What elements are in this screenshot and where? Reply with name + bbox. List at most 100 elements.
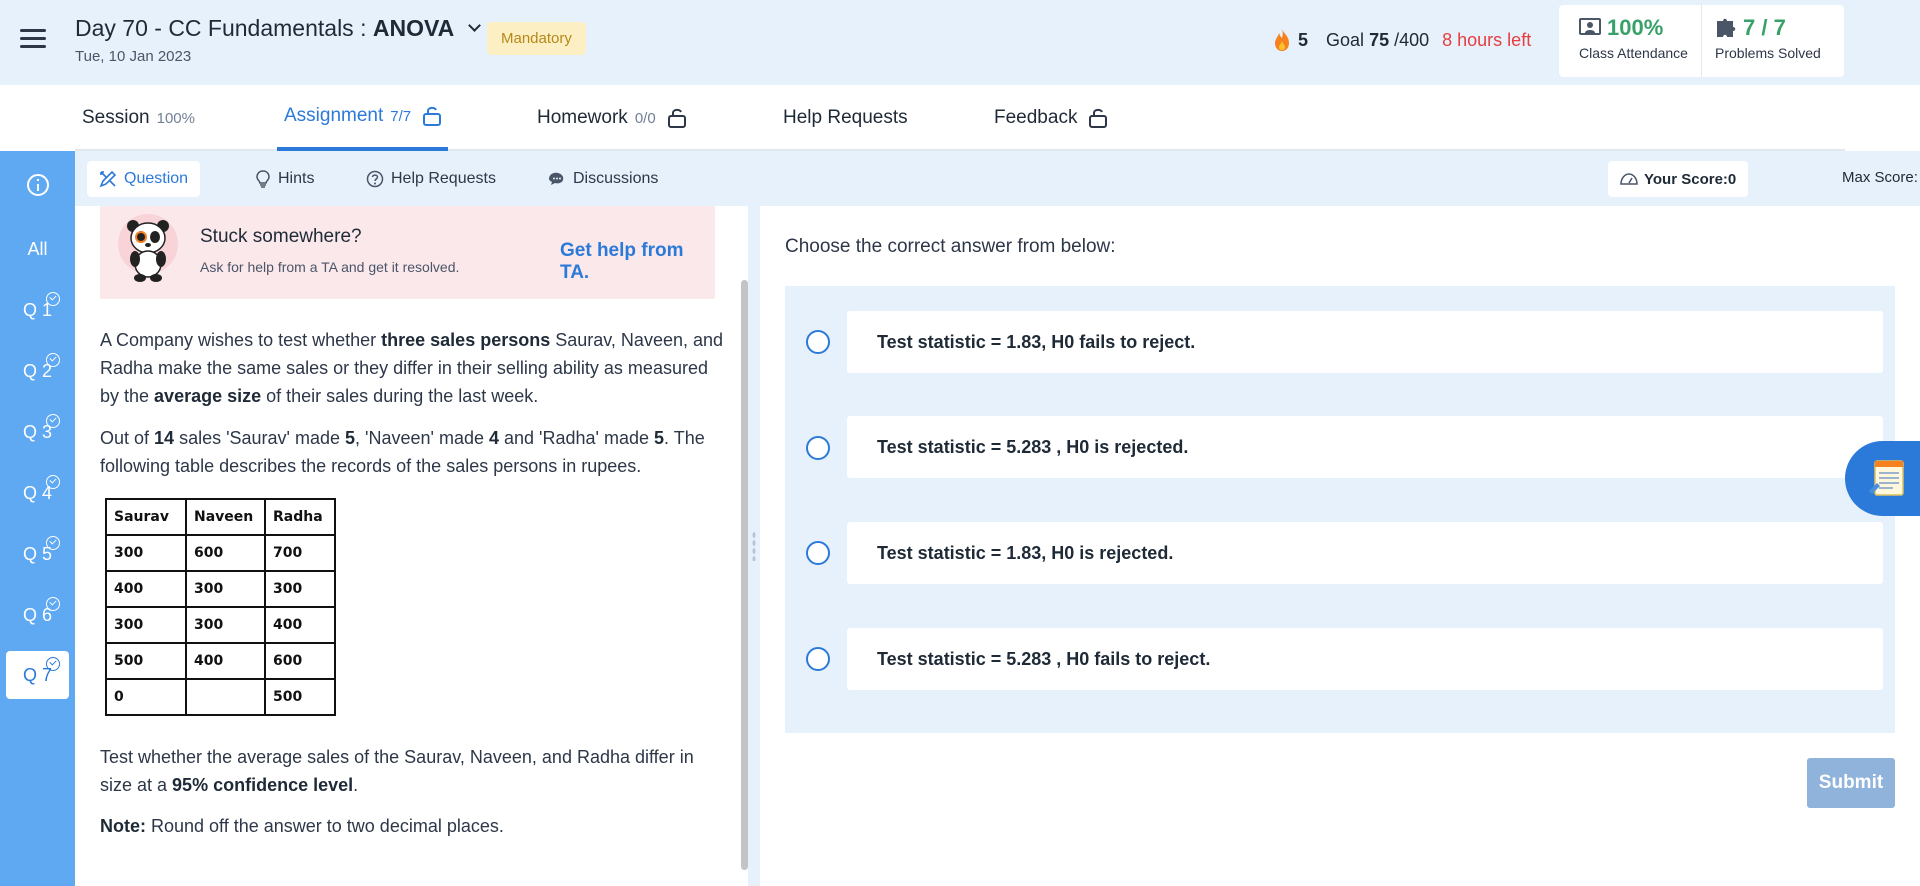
question-paragraph-2: Out of 14 sales 'Saurav' made 5, 'Naveen… [100, 428, 705, 476]
submit-button[interactable]: Submit [1807, 758, 1895, 808]
table-header: Saurav [105, 498, 187, 536]
option-radio-1[interactable] [806, 330, 830, 354]
table-header: Naveen [185, 498, 266, 536]
table-cell: 300 [264, 570, 336, 608]
table-cell: 400 [264, 606, 336, 644]
question-circle-icon [366, 170, 384, 188]
tab-feedback[interactable]: Feedback [987, 85, 1114, 151]
tab-sub: 0/0 [634, 109, 656, 127]
rail-q5[interactable]: Q 5 [6, 530, 69, 578]
option-radio-3[interactable] [806, 541, 830, 565]
problem-info-button[interactable] [6, 161, 69, 209]
option-3[interactable]: Test statistic = 1.83, H0 is rejected. [847, 522, 1883, 584]
problems-value: 7 / 7 [1743, 15, 1786, 40]
presentation-icon [1579, 18, 1601, 35]
table-cell: 600 [264, 642, 336, 680]
question-paragraph-1: A Company wishes to test whether three s… [100, 330, 724, 406]
problems-label: Problems Solved [1715, 45, 1821, 61]
option-radio-2[interactable] [806, 436, 830, 460]
hamburger-menu-icon[interactable] [20, 29, 46, 51]
question-pane: Stuck somewhere? Ask for help from a TA … [75, 206, 742, 886]
attendance-value: 100% [1607, 15, 1664, 40]
subtab-help-requests[interactable]: Help Requests [354, 161, 508, 197]
table-row: 300 300 400 [105, 606, 336, 644]
unlock-icon [1089, 108, 1108, 128]
table-header-row: Saurav Naveen Radha [105, 498, 336, 536]
streak-count: 5 [1298, 29, 1309, 50]
table-cell: 300 [185, 570, 266, 608]
problems-stat: 7 / 7 Problems Solved [1701, 5, 1844, 77]
subtab-hints[interactable]: Hints [243, 161, 326, 197]
unlock-icon [667, 108, 686, 128]
option-radio-4[interactable] [806, 647, 830, 671]
check-circle-icon [46, 536, 60, 550]
your-score: Your Score: 0 [1608, 161, 1749, 197]
rail-q7[interactable]: Q 7 [6, 651, 69, 699]
tab-sub: 100% [156, 109, 195, 127]
subtab-label: Discussions [573, 170, 659, 187]
get-help-link[interactable]: Get help from TA. [560, 240, 715, 284]
unlock-icon [423, 106, 442, 126]
table-cell: 300 [105, 534, 187, 572]
check-circle-icon [46, 597, 60, 611]
tab-label: Session [82, 107, 150, 128]
table-cell: 500 [264, 678, 336, 716]
pencil-ruler-icon [99, 170, 117, 188]
panda-mascot-icon [118, 214, 178, 282]
streak-goal: 5 Goal 75 /400 8 hours left [1272, 28, 1531, 52]
hours-left: 8 hours left [1442, 29, 1532, 50]
session-title: Day 70 - CC Fundamentals : ANOVA [75, 14, 455, 41]
fire-icon [1275, 29, 1289, 51]
question-note: Note: Round off the answer to two decima… [100, 816, 504, 836]
tab-label: Homework [537, 107, 628, 128]
tab-help-requests[interactable]: Help Requests [776, 85, 915, 151]
top-header: Day 70 - CC Fundamentals : ANOVA Tue, 10… [0, 0, 1920, 85]
notepad-icon [1869, 460, 1904, 496]
table-cell [185, 678, 266, 716]
chevron-down-icon[interactable] [468, 18, 482, 32]
help-subtitle: Ask for help from a TA and get it resolv… [200, 259, 460, 275]
table-header: Radha [264, 498, 336, 536]
table-row: 0 500 [105, 678, 336, 716]
rail-all[interactable]: All [6, 225, 69, 273]
pane-splitter-handle[interactable] [748, 206, 760, 886]
stats-card: 100% Class Attendance 7 / 7 Problems Sol… [1559, 5, 1844, 77]
check-circle-icon [46, 414, 60, 428]
session-title-dropdown[interactable]: Day 70 - CC Fundamentals : ANOVA [75, 14, 482, 42]
rail-q1[interactable]: Q 1 [6, 286, 69, 334]
mandatory-badge: Mandatory [487, 22, 586, 55]
tab-label: Feedback [994, 107, 1078, 128]
option-4[interactable]: Test statistic = 5.283 , H0 fails to rej… [847, 628, 1883, 690]
table-row: 400 300 300 [105, 570, 336, 608]
answer-prompt: Choose the correct answer from below: [785, 236, 1116, 257]
question-scrollbar[interactable] [741, 280, 748, 870]
option-1[interactable]: Test statistic = 1.83, H0 fails to rejec… [847, 311, 1883, 373]
subtab-question[interactable]: Question [87, 161, 201, 197]
rail-q4[interactable]: Q 4 [6, 469, 69, 517]
table-cell: 300 [105, 606, 187, 644]
rail-q6[interactable]: Q 6 [6, 591, 69, 639]
chat-bubbles-icon [549, 172, 564, 185]
subtab-label: Question [124, 170, 189, 187]
your-score-label: Your Score: [1644, 170, 1728, 188]
table-cell: 400 [105, 570, 187, 608]
tab-assignment[interactable]: Assignment 7/7 [277, 85, 449, 151]
max-score: Max Score: 75 [1842, 169, 1920, 186]
attendance-label: Class Attendance [1579, 45, 1688, 61]
rail-q3[interactable]: Q 3 [6, 408, 69, 456]
main-tabs: Session 100% Assignment 7/7 Homework 0/0 He… [75, 85, 1845, 151]
goal-text: Goal 75 /400 [1326, 29, 1430, 50]
tab-session[interactable]: Session 100% [75, 85, 202, 151]
notes-button[interactable] [1845, 441, 1920, 516]
option-2[interactable]: Test statistic = 5.283 , H0 is rejected. [847, 416, 1883, 478]
tab-homework[interactable]: Homework 0/0 [530, 85, 693, 151]
max-score-label: Max Score: 75 [1842, 169, 1918, 186]
table-row: 300 600 700 [105, 534, 336, 572]
rail-q2[interactable]: Q 2 [6, 347, 69, 395]
subtab-discussions[interactable]: Discussions [534, 161, 670, 197]
your-score-value: 0 [1727, 170, 1737, 188]
lightbulb-icon [256, 170, 270, 188]
info-icon [26, 174, 49, 196]
subtab-label: Hints [278, 170, 315, 187]
check-circle-icon [46, 475, 60, 489]
